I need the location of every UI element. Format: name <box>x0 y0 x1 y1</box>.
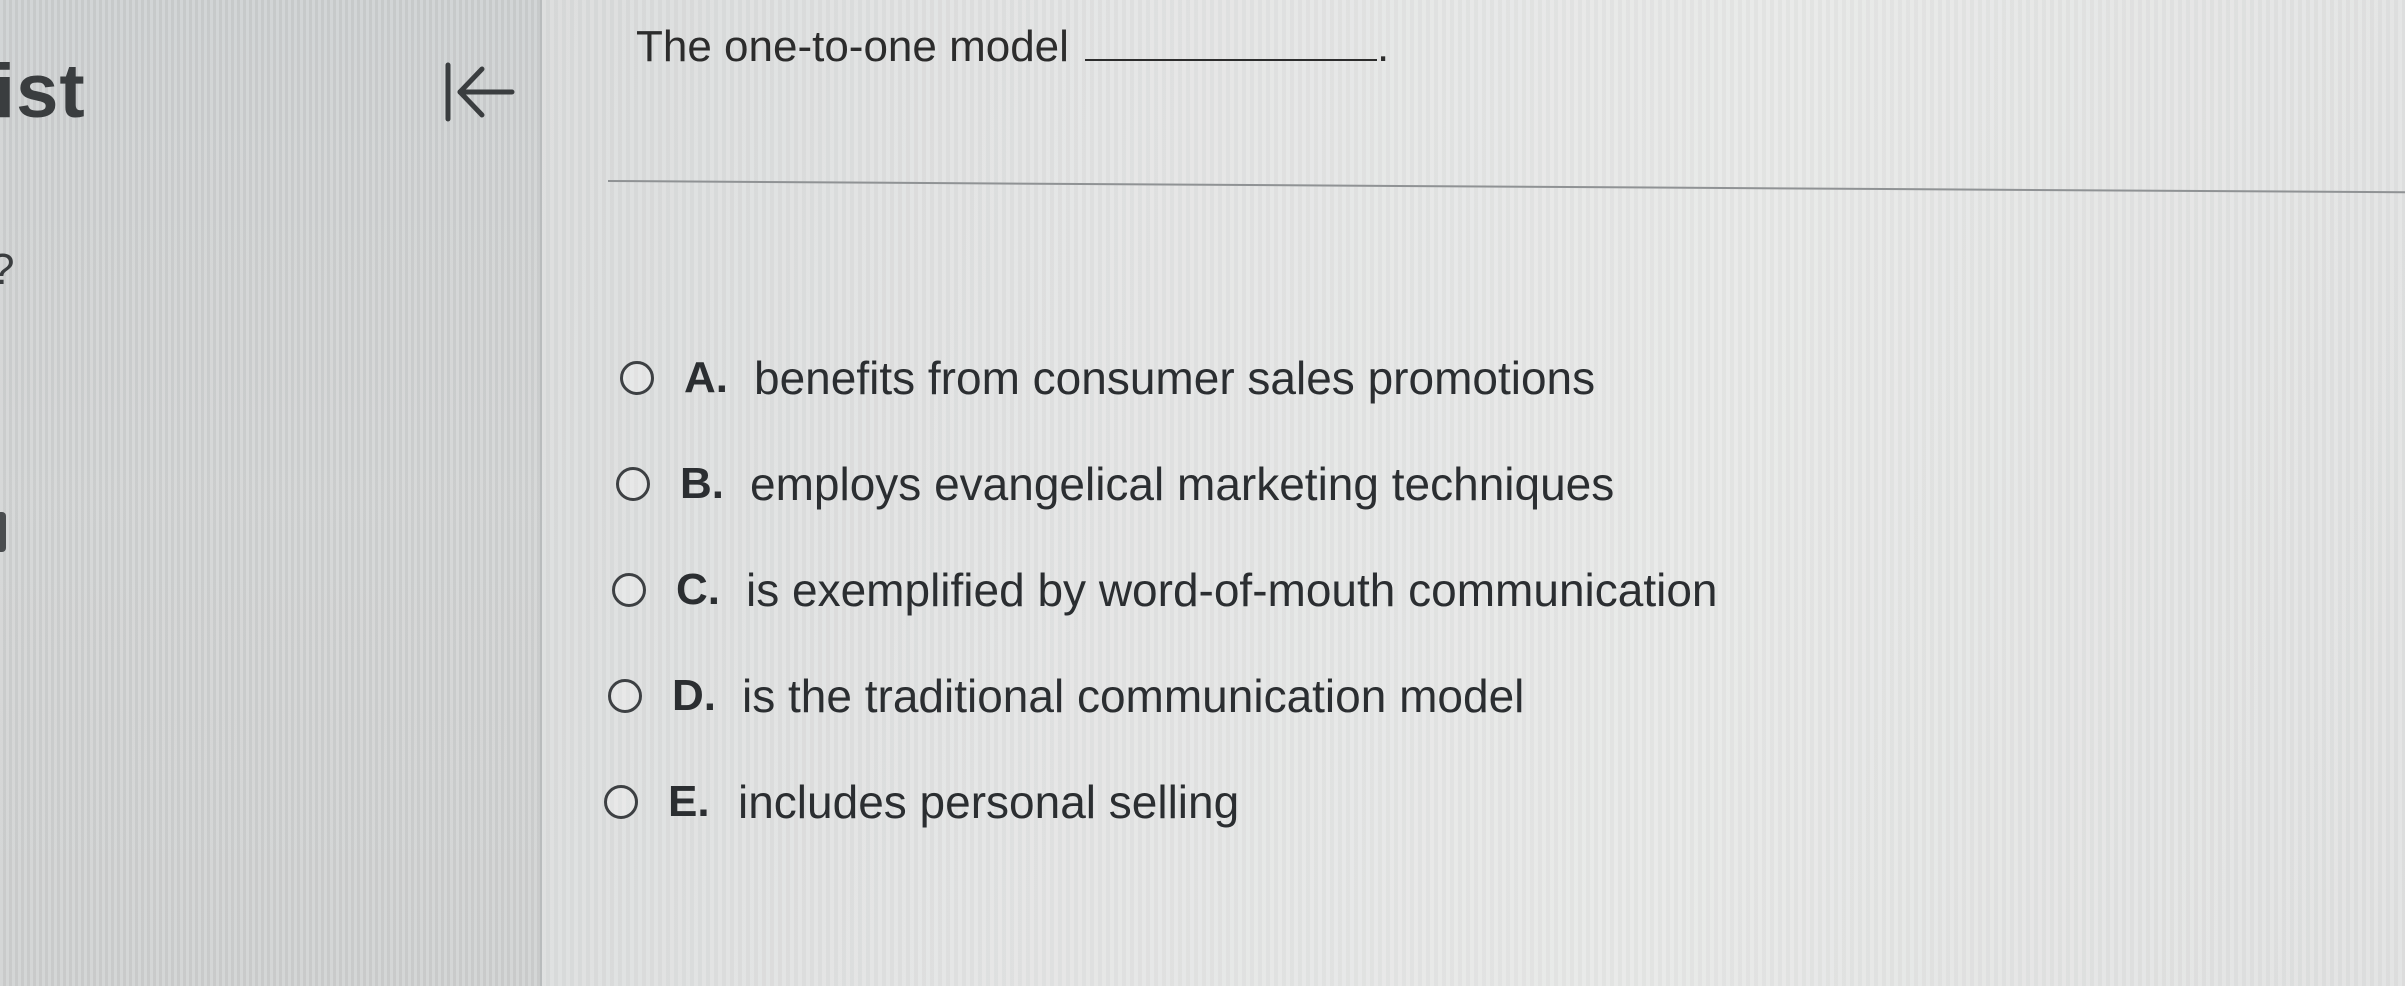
sidebar-title: ist <box>0 49 86 134</box>
option-letter: D. <box>672 671 716 720</box>
radio-button-icon[interactable] <box>616 467 650 501</box>
option-text: is exemplified by word-of-mouth communic… <box>746 564 1718 616</box>
sidebar-panel: ist ? <box>0 0 540 986</box>
option-text: includes personal selling <box>738 776 1240 828</box>
radio-button-icon[interactable] <box>604 785 638 819</box>
option-e[interactable]: E. includes personal selling <box>604 762 1239 842</box>
option-text: is the traditional communication model <box>742 670 1525 722</box>
collapse-sidebar-button[interactable] <box>428 48 528 136</box>
option-a[interactable]: A. benefits from consumer sales promotio… <box>620 338 1595 418</box>
option-b[interactable]: B. employs evangelical marketing techniq… <box>616 444 1614 524</box>
option-letter: A. <box>684 353 728 402</box>
option-d[interactable]: D. is the traditional communication mode… <box>608 656 1524 736</box>
question-end-punctuation: . <box>1376 22 1390 71</box>
radio-button-icon[interactable] <box>608 679 642 713</box>
option-text: employs evangelical marketing techniques <box>750 458 1615 510</box>
option-letter: E. <box>668 777 710 826</box>
answer-blank <box>1084 23 1377 61</box>
option-letter: B. <box>680 459 724 508</box>
question-text: The one-to-one model <box>636 22 1069 71</box>
question-prompt: The one-to-one model. <box>636 22 1389 72</box>
sidebar-marker <box>0 512 6 552</box>
option-letter: C. <box>676 565 720 614</box>
collapse-left-arrow-icon <box>445 62 515 122</box>
option-text: benefits from consumer sales promotions <box>754 352 1596 404</box>
radio-button-icon[interactable] <box>612 573 646 607</box>
option-c[interactable]: C. is exemplified by word-of-mouth commu… <box>612 550 1718 630</box>
radio-button-icon[interactable] <box>620 361 654 395</box>
sidebar-item-fragment[interactable]: ? <box>0 245 14 295</box>
